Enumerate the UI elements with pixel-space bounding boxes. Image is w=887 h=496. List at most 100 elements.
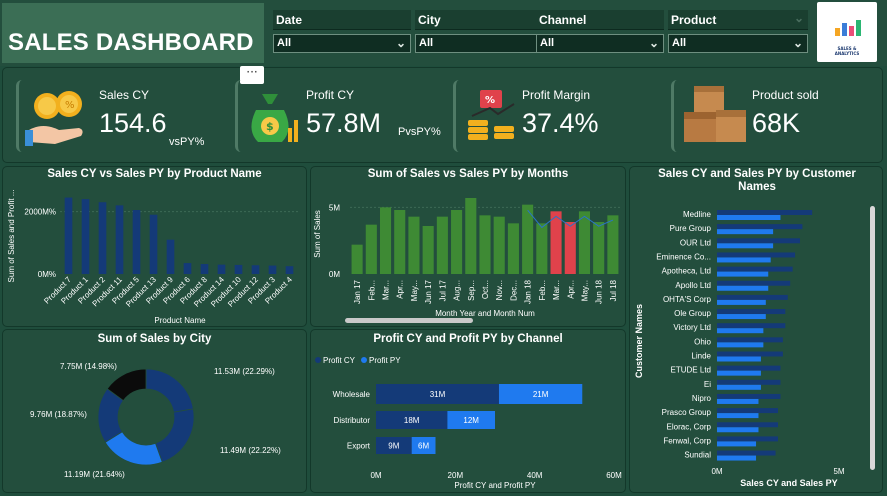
kpi-margin: % Profit Margin 37.4% bbox=[453, 80, 658, 152]
logo-bars-icon bbox=[835, 16, 861, 36]
bar bbox=[285, 266, 294, 274]
bar bbox=[717, 455, 757, 461]
slice-label: 7.75M (14.98%) bbox=[60, 362, 117, 371]
y-tick-label: Nipro bbox=[692, 394, 712, 403]
bar bbox=[183, 263, 192, 274]
y-tick-label: Victory Ltd bbox=[673, 323, 711, 332]
bar bbox=[593, 222, 605, 274]
x-tick-label: Jan 17 bbox=[353, 279, 362, 304]
bar bbox=[217, 264, 226, 274]
logo-text: SALES & ANALYTICS bbox=[834, 46, 860, 56]
bar bbox=[717, 280, 791, 286]
bar bbox=[717, 215, 781, 220]
months-chart: Sum of Sales 0M 5M Jan 17 Feb... Mar... Apr...… bbox=[313, 198, 620, 323]
slice-label: 11.19M (21.64%) bbox=[64, 470, 125, 479]
filter-channel[interactable]: Channel All ⌄ bbox=[536, 10, 664, 53]
x-tick-label: Jun 17 bbox=[424, 279, 433, 304]
filter-value: All bbox=[540, 37, 555, 49]
legend-swatch bbox=[361, 357, 367, 363]
y-tick-label: 5M bbox=[329, 203, 340, 212]
bar bbox=[268, 265, 277, 274]
filter-label: Date bbox=[273, 10, 411, 30]
filter-date[interactable]: Date All ⌄ bbox=[273, 10, 411, 53]
y-tick-label: Prasco Group bbox=[662, 408, 712, 417]
filter-product[interactable]: Product ⌄ All ⌄ bbox=[668, 10, 808, 53]
channel-chart: Profit CY Profit PY Wholesale 31M 21M Distrib… bbox=[315, 356, 622, 490]
kpi-value: 37.4% bbox=[522, 108, 599, 138]
bar bbox=[717, 408, 778, 414]
data-label: 31M bbox=[430, 390, 446, 399]
bar bbox=[379, 207, 392, 274]
bar bbox=[717, 257, 771, 263]
y-tick-label: OHTA'S Corp bbox=[663, 295, 712, 304]
x-tick-label: Dec... bbox=[509, 280, 518, 301]
kpi-sub: vsPY% bbox=[169, 136, 205, 148]
x-tick-label: 5M bbox=[833, 467, 844, 476]
x-tick-label: Sep... bbox=[467, 280, 476, 301]
bar bbox=[408, 216, 420, 274]
y-tick-label: Elorac, Corp bbox=[667, 422, 712, 431]
kpi-label: Profit CY bbox=[306, 88, 355, 102]
y-tick-label: Pure Group bbox=[670, 224, 712, 233]
y-tick-label: Apotheca, Ltd bbox=[662, 267, 711, 276]
data-label: 18M bbox=[404, 416, 420, 425]
bar bbox=[351, 244, 363, 274]
slice-label: 11.53M (22.29%) bbox=[214, 367, 275, 376]
legend-label: Profit PY bbox=[369, 356, 401, 365]
title-box: SALES DASHBOARD bbox=[2, 3, 264, 63]
y-axis-label: Customer Names bbox=[634, 304, 644, 378]
y-tick-label: Linde bbox=[691, 352, 711, 361]
legend-label: Profit CY bbox=[323, 356, 356, 365]
filter-city[interactable]: City All⌄ bbox=[415, 10, 553, 53]
bar bbox=[64, 197, 73, 274]
kpi-label: Profit Margin bbox=[522, 88, 591, 102]
y-tick-label: Ole Group bbox=[674, 309, 711, 318]
bar bbox=[365, 224, 377, 274]
x-axis-label: Product Name bbox=[154, 316, 206, 325]
y-tick-label: Medline bbox=[683, 210, 712, 219]
x-tick-label: Mar... bbox=[552, 280, 561, 300]
bar bbox=[394, 210, 406, 274]
filter-select[interactable]: All⌄ bbox=[273, 34, 411, 53]
bar bbox=[717, 328, 764, 334]
chevron-down-icon: ⌄ bbox=[395, 36, 406, 50]
bar bbox=[717, 243, 774, 249]
chevron-down-icon: ⌄ bbox=[793, 11, 804, 25]
chevron-down-icon: ⌄ bbox=[792, 36, 803, 50]
filter-select[interactable]: All⌄ bbox=[415, 34, 553, 53]
y-tick-label: ETUDE Ltd bbox=[671, 366, 711, 375]
bar bbox=[717, 271, 769, 277]
slice-label: 11.49M (22.22%) bbox=[220, 446, 281, 455]
bar bbox=[251, 265, 260, 274]
x-tick-label: Oct... bbox=[481, 280, 490, 299]
bar bbox=[717, 427, 759, 433]
donut-slice bbox=[145, 368, 194, 413]
filter-select[interactable]: All⌄ bbox=[536, 34, 664, 53]
filter-value: All bbox=[419, 37, 434, 49]
bar bbox=[717, 210, 813, 215]
x-tick-label: Jun 18 bbox=[595, 279, 604, 304]
x-tick-label: Feb... bbox=[367, 280, 376, 300]
kpi-value: 154.6 bbox=[99, 108, 167, 138]
filter-select[interactable]: All⌄ bbox=[668, 34, 808, 53]
bar bbox=[717, 393, 781, 399]
city-chart: 11.53M (22.29%) 11.49M (22.22%) 11.19M (21… bbox=[30, 362, 281, 479]
y-tick-label: Apollo Ltd bbox=[675, 281, 711, 290]
kpi-value: 68K bbox=[752, 108, 801, 138]
bar bbox=[493, 216, 505, 274]
bar bbox=[717, 398, 759, 404]
x-tick-label: 0M bbox=[711, 467, 722, 476]
company-logo: SALES & ANALYTICS bbox=[817, 2, 877, 62]
x-tick-label: Apr... bbox=[396, 280, 405, 299]
x-tick-label: May... bbox=[580, 280, 589, 301]
bar bbox=[717, 450, 776, 456]
boxes-icon bbox=[684, 86, 746, 142]
vertical-scrollbar bbox=[870, 206, 875, 470]
data-label: 21M bbox=[533, 390, 549, 399]
bar bbox=[536, 223, 548, 274]
bar bbox=[717, 337, 783, 343]
bar bbox=[717, 436, 778, 442]
x-tick-label: May... bbox=[410, 280, 419, 301]
coins-hand-icon: % bbox=[25, 91, 83, 146]
y-tick-label: 2000M% bbox=[24, 208, 56, 217]
